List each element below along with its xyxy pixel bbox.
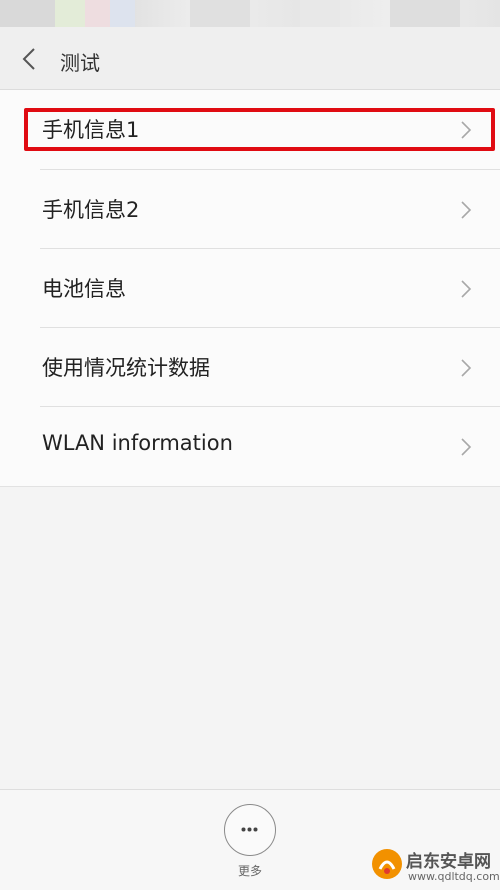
list-item-label: 使用情况统计数据 bbox=[42, 356, 210, 380]
list-item-label: WLAN information bbox=[42, 431, 233, 455]
watermark-url: www.qdltdq.com bbox=[408, 870, 500, 883]
list-item-wlan-info[interactable]: WLAN information bbox=[0, 407, 500, 486]
navigation-bar: 测试 bbox=[0, 27, 500, 90]
list-item-label: 手机信息2 bbox=[42, 198, 140, 222]
chevron-right-icon bbox=[461, 201, 472, 219]
status-bar bbox=[0, 0, 500, 27]
chevron-left-icon bbox=[22, 48, 35, 70]
back-button[interactable] bbox=[14, 43, 46, 75]
list-item-phone-info-1[interactable]: 手机信息1 bbox=[0, 90, 500, 169]
settings-list: 手机信息1 手机信息2 电池信息 使用情况统计数据 WLAN informati… bbox=[0, 90, 500, 487]
list-item-label: 手机信息1 bbox=[42, 118, 140, 142]
chevron-right-icon bbox=[461, 121, 472, 139]
watermark: 启东安卓网 www.qdltdq.com bbox=[370, 845, 500, 887]
watermark-logo-icon bbox=[372, 849, 402, 879]
list-item-phone-info-2[interactable]: 手机信息2 bbox=[0, 170, 500, 249]
more-dots-icon bbox=[241, 827, 258, 832]
list-item-label: 电池信息 bbox=[42, 277, 126, 301]
more-button[interactable] bbox=[224, 804, 276, 856]
chevron-right-icon bbox=[461, 359, 472, 377]
list-item-usage-stats[interactable]: 使用情况统计数据 bbox=[0, 328, 500, 407]
chevron-right-icon bbox=[461, 280, 472, 298]
watermark-name: 启东安卓网 bbox=[406, 852, 491, 872]
chevron-right-icon bbox=[461, 438, 472, 456]
page-title: 测试 bbox=[60, 51, 100, 75]
list-item-battery-info[interactable]: 电池信息 bbox=[0, 249, 500, 328]
